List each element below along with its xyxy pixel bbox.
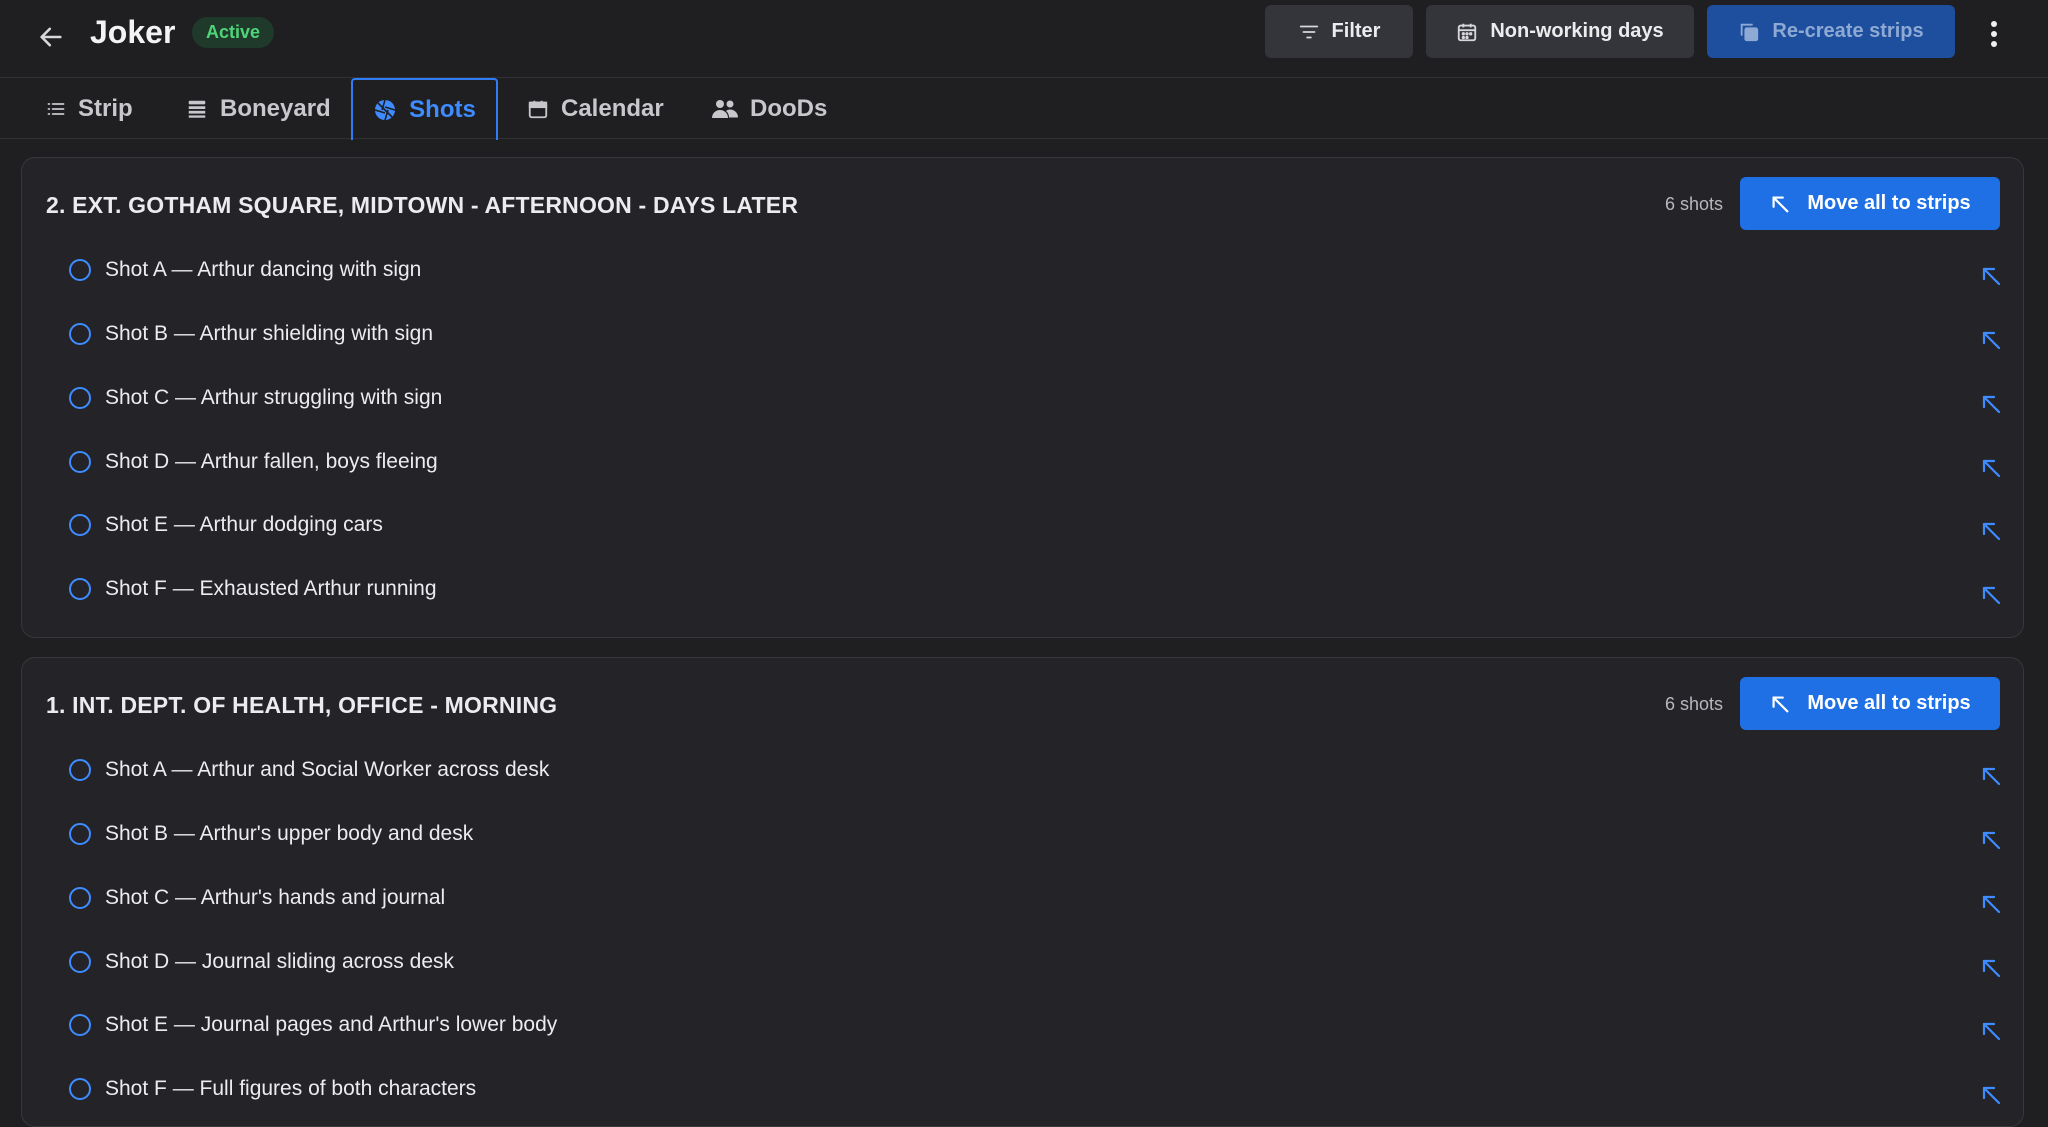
shot-select-radio[interactable]	[69, 451, 91, 473]
tab-calendar[interactable]: Calendar	[527, 78, 664, 139]
shot-row: Shot C — Arthur struggling with sign	[46, 378, 2006, 418]
top-bar: Joker Active Filter Non-working days Re-…	[0, 0, 2048, 78]
stack-icon	[188, 100, 206, 118]
tab-boneyard[interactable]: Boneyard	[186, 78, 331, 139]
shot-row: Shot A — Arthur dancing with sign	[46, 250, 2006, 290]
shot-select-radio[interactable]	[69, 951, 91, 973]
shot-row: Shot F — Exhausted Arthur running	[46, 569, 2006, 609]
shot-count: 6 shots	[1665, 194, 1724, 214]
copy-icon	[1741, 23, 1759, 41]
calendar-icon	[528, 100, 548, 118]
view-tabs: Strip Boneyard Shots Calendar DooDs	[0, 78, 2048, 140]
move-to-strips-icon[interactable]	[1979, 264, 2003, 288]
tab-doods[interactable]: DooDs	[712, 78, 827, 139]
shot-label: Shot D — Arthur fallen, boys fleeing	[105, 450, 438, 473]
shot-label: Shot F — Exhausted Arthur running	[105, 577, 437, 600]
move-all-to-strips-button[interactable]: Move all to strips	[1740, 677, 2000, 730]
people-icon	[712, 99, 738, 118]
move-to-strips-icon[interactable]	[1979, 1019, 2003, 1043]
shot-row: Shot D — Journal sliding across desk	[46, 942, 2006, 982]
shot-select-radio[interactable]	[69, 1014, 91, 1036]
list-icon	[47, 102, 65, 115]
scene-card: 1. INT. DEPT. OF HEALTH, OFFICE - MORNIN…	[21, 657, 2024, 1127]
tab-shots[interactable]: Shots	[351, 78, 498, 140]
shot-row: Shot A — Arthur and Social Worker across…	[46, 750, 2006, 790]
move-to-strips-icon[interactable]	[1979, 456, 2003, 480]
move-to-strips-icon[interactable]	[1979, 828, 2003, 852]
shot-select-radio[interactable]	[69, 887, 91, 909]
shot-label: Shot C — Arthur's hands and journal	[105, 886, 446, 909]
recreate-strips-label: Re-create strips	[1772, 20, 1924, 42]
move-to-strips-icon[interactable]	[1979, 956, 2003, 980]
shot-row: Shot D — Arthur fallen, boys fleeing	[46, 442, 2006, 482]
scene-title: 2. EXT. GOTHAM SQUARE, MIDTOWN - AFTERNO…	[46, 192, 799, 218]
shot-count: 6 shots	[1665, 694, 1724, 714]
shot-label: Shot D — Journal sliding across desk	[105, 950, 454, 973]
shot-select-radio[interactable]	[69, 514, 91, 536]
aperture-icon	[374, 99, 396, 121]
shot-row: Shot E — Arthur dodging cars	[46, 505, 2006, 545]
kebab-dot-icon	[1991, 41, 1997, 47]
move-to-strips-icon[interactable]	[1979, 328, 2003, 352]
kebab-dot-icon	[1991, 21, 1997, 27]
shot-row: Shot C — Arthur's hands and journal	[46, 878, 2006, 918]
more-options-button[interactable]	[1982, 18, 2006, 50]
kebab-dot-icon	[1991, 31, 1997, 37]
move-all-label: Move all to strips	[1807, 192, 1971, 214]
scene-card: 2. EXT. GOTHAM SQUARE, MIDTOWN - AFTERNO…	[21, 157, 2024, 638]
tab-label: Boneyard	[220, 94, 331, 122]
move-all-label: Move all to strips	[1807, 692, 1971, 714]
arrow-up-left-icon	[1772, 195, 1789, 212]
arrow-left-icon	[40, 27, 62, 47]
tab-label: Calendar	[561, 94, 664, 122]
shot-label: Shot E — Arthur dodging cars	[105, 513, 383, 536]
recreate-strips-button[interactable]: Re-create strips	[1707, 5, 1955, 58]
shot-select-radio[interactable]	[69, 578, 91, 600]
shot-row: Shot B — Arthur shielding with sign	[46, 314, 2006, 354]
shot-label: Shot A — Arthur and Social Worker across…	[105, 758, 550, 781]
shot-select-radio[interactable]	[69, 1078, 91, 1100]
tab-label: Shots	[409, 96, 476, 123]
move-to-strips-icon[interactable]	[1979, 392, 2003, 416]
non-working-days-button[interactable]: Non-working days	[1426, 5, 1694, 58]
scene-title: 1. INT. DEPT. OF HEALTH, OFFICE - MORNIN…	[46, 692, 558, 718]
move-to-strips-icon[interactable]	[1979, 519, 2003, 543]
shot-select-radio[interactable]	[69, 823, 91, 845]
shot-select-radio[interactable]	[69, 387, 91, 409]
filter-label: Filter	[1331, 20, 1381, 42]
move-to-strips-icon[interactable]	[1979, 1083, 2003, 1107]
tab-label: DooDs	[750, 94, 828, 122]
shot-label: Shot E — Journal pages and Arthur's lowe…	[105, 1013, 558, 1036]
filter-icon	[1299, 25, 1318, 38]
move-to-strips-icon[interactable]	[1979, 764, 2003, 788]
shot-row: Shot B — Arthur's upper body and desk	[46, 814, 2006, 854]
shot-label: Shot B — Arthur's upper body and desk	[105, 822, 474, 845]
shot-label: Shot F — Full figures of both characters	[105, 1077, 477, 1100]
back-button[interactable]	[34, 20, 68, 54]
shot-label: Shot A — Arthur dancing with sign	[105, 258, 422, 281]
shot-select-radio[interactable]	[69, 323, 91, 345]
shot-row: Shot E — Journal pages and Arthur's lowe…	[46, 1005, 2006, 1045]
shot-row: Shot F — Full figures of both characters	[46, 1069, 2006, 1109]
tab-strip[interactable]: Strip	[46, 78, 133, 139]
shot-label: Shot B — Arthur shielding with sign	[105, 322, 434, 345]
move-all-to-strips-button[interactable]: Move all to strips	[1740, 177, 2000, 230]
arrow-up-left-icon	[1772, 695, 1789, 712]
calendar-icon	[1458, 23, 1477, 41]
shot-label: Shot C — Arthur struggling with sign	[105, 386, 443, 409]
status-badge: Active	[192, 17, 275, 48]
tab-label: Strip	[78, 94, 133, 122]
shot-select-radio[interactable]	[69, 759, 91, 781]
non-working-days-label: Non-working days	[1490, 20, 1664, 42]
page-title: Joker	[90, 14, 176, 50]
shot-select-radio[interactable]	[69, 259, 91, 281]
filter-button[interactable]: Filter	[1265, 5, 1413, 58]
move-to-strips-icon[interactable]	[1979, 892, 2003, 916]
move-to-strips-icon[interactable]	[1979, 583, 2003, 607]
